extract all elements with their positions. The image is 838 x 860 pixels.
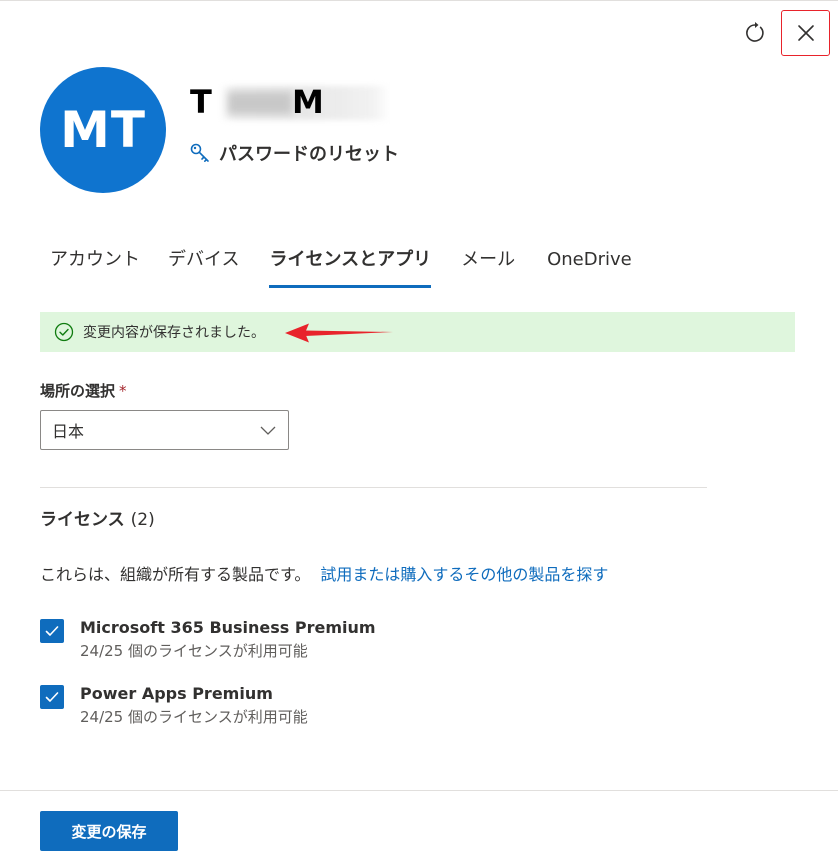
required-mark: *	[119, 382, 127, 400]
location-selected-value: 日本	[52, 422, 85, 441]
avatar: MT	[40, 67, 166, 193]
checkmark-icon	[45, 626, 59, 636]
check-circle-icon	[54, 322, 74, 342]
refresh-button[interactable]	[740, 18, 770, 48]
footer-divider	[0, 790, 838, 791]
tab-devices[interactable]: デバイス	[168, 244, 239, 288]
license-checkbox-power-apps[interactable]	[40, 685, 64, 709]
success-banner: 変更内容が保存されました。	[40, 312, 795, 352]
section-divider	[40, 487, 707, 488]
license-availability: 24/25 個のライセンスが利用可能	[80, 708, 308, 726]
tab-account[interactable]: アカウント	[50, 244, 140, 288]
user-name-prefix: T	[190, 83, 212, 121]
licenses-description: これらは、組織が所有する製品です。 試用または購入するその他の製品を探す	[40, 565, 609, 584]
license-name: Power Apps Premium	[80, 684, 273, 703]
refresh-icon	[746, 22, 764, 42]
license-item: Microsoft 365 Business Premium 24/25 個のラ…	[40, 617, 376, 662]
tab-bar: アカウント デバイス ライセンスとアプリ メール OneDrive	[50, 244, 662, 288]
location-label: 場所の選択 *	[40, 382, 127, 400]
reset-password-link[interactable]: パスワードのリセット	[189, 140, 399, 166]
find-more-products-link[interactable]: 試用または購入するその他の製品を探す	[320, 565, 608, 584]
user-name-redaction-inner	[228, 92, 292, 114]
checkmark-icon	[45, 692, 59, 702]
user-name-mid: M	[292, 83, 324, 121]
tab-onedrive[interactable]: OneDrive	[547, 244, 632, 288]
annotation-arrow-icon	[285, 323, 393, 343]
success-message: 変更内容が保存されました。	[83, 325, 265, 341]
save-changes-button[interactable]: 変更の保存	[40, 811, 178, 851]
close-icon	[797, 25, 814, 41]
key-icon	[190, 143, 209, 162]
licenses-count: (2)	[130, 510, 155, 530]
tab-mail[interactable]: メール	[461, 244, 515, 288]
license-name: Microsoft 365 Business Premium	[80, 618, 376, 637]
location-dropdown[interactable]: 日本	[40, 410, 289, 450]
licenses-heading: ライセンス (2)	[40, 510, 155, 530]
tab-licenses-and-apps[interactable]: ライセンスとアプリ	[269, 244, 431, 288]
top-border	[0, 0, 838, 1]
license-availability: 24/25 個のライセンスが利用可能	[80, 642, 308, 660]
close-button[interactable]	[781, 10, 830, 56]
license-checkbox-m365[interactable]	[40, 619, 64, 643]
chevron-down-icon	[260, 426, 276, 435]
license-item: Power Apps Premium 24/25 個のライセンスが利用可能	[40, 683, 308, 728]
reset-password-label: パスワードのリセット	[219, 144, 399, 165]
